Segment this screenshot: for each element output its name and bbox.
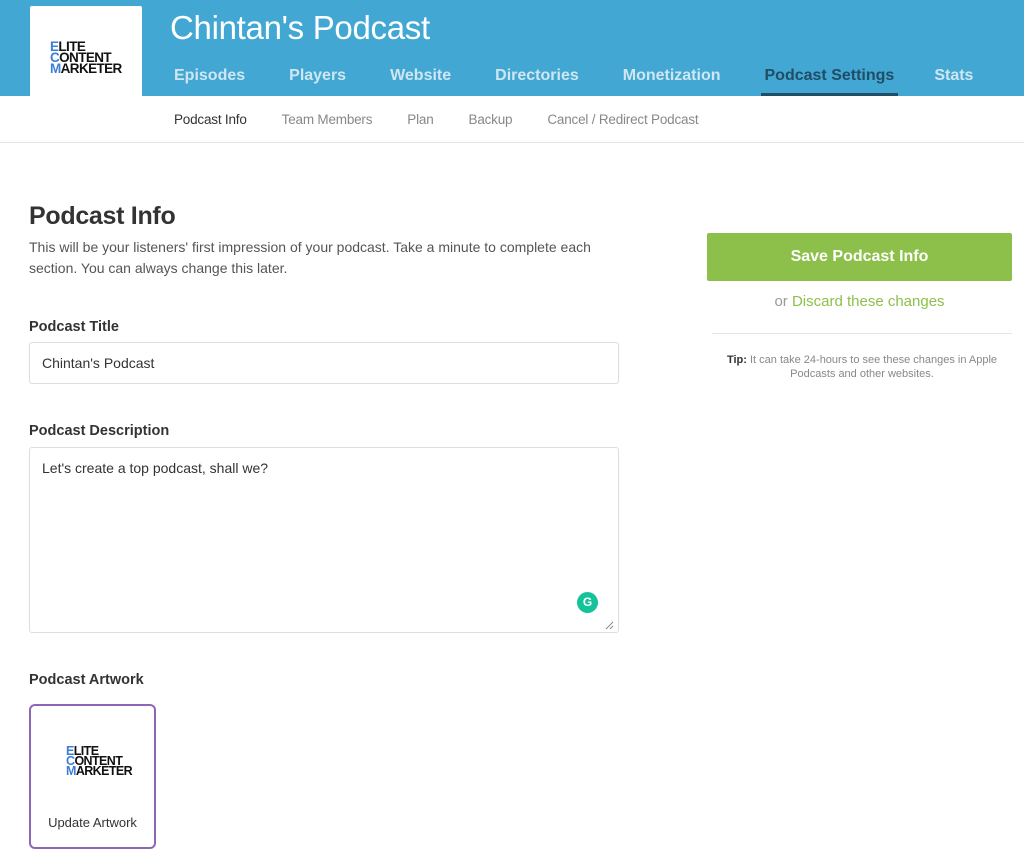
podcast-title-label: Podcast Title [29,319,119,335]
sub-nav: Podcast Info Team Members Plan Backup Ca… [0,96,1024,143]
podcast-artwork-label: Podcast Artwork [29,672,144,688]
main-nav: Episodes Players Website Directories Mon… [174,66,1017,96]
save-podcast-info-button[interactable]: Save Podcast Info [707,233,1012,281]
artwork-logo-image: ELITE CONTENT MARKETER [66,744,133,778]
nav-players[interactable]: Players [289,66,346,96]
nav-podcast-settings[interactable]: Podcast Settings [760,66,899,96]
page-title: Podcast Info [29,202,176,230]
subnav-backup[interactable]: Backup [469,112,513,127]
nav-episodes[interactable]: Episodes [174,66,245,96]
nav-directories[interactable]: Directories [495,66,579,96]
elite-content-marketer-logo: ELITE CONTENT MARKETER [50,39,122,76]
podcast-description-textarea[interactable]: Let's create a top podcast, shall we? [29,447,619,633]
resize-handle-icon[interactable] [604,620,614,630]
discard-row: or Discard these changes [707,293,1012,310]
subnav-podcast-info[interactable]: Podcast Info [174,112,247,127]
podcast-logo-box[interactable]: ELITE CONTENT MARKETER [30,6,142,96]
podcast-title-heading: Chintan's Podcast [170,9,430,46]
discard-changes-link[interactable]: Discard these changes [792,293,945,310]
or-text: or [774,293,788,310]
subnav-team-members[interactable]: Team Members [282,112,373,127]
page-intro-text: This will be your listeners' first impre… [29,239,591,276]
grammarly-icon[interactable]: G [577,592,598,613]
artwork-upload-box[interactable]: ELITE CONTENT MARKETER Update Artwork [29,704,156,849]
tip-message: It can take 24-hours to see these change… [749,354,998,380]
tip-label: Tip: [726,354,747,366]
top-header: ELITE CONTENT MARKETER Chintan's Podcast… [0,0,1024,96]
podcast-title-input[interactable] [29,342,619,384]
nav-stats[interactable]: Stats [934,66,973,96]
nav-website[interactable]: Website [390,66,451,96]
sidebar-divider [712,333,1012,334]
podcast-description-label: Podcast Description [29,423,170,439]
nav-monetization[interactable]: Monetization [623,66,721,96]
subnav-cancel-redirect[interactable]: Cancel / Redirect Podcast [547,112,698,127]
subnav-plan[interactable]: Plan [407,112,433,127]
tip-text: Tip: It can take 24-hours to see these c… [712,353,1012,381]
update-artwork-button[interactable]: Update Artwork [31,815,154,830]
